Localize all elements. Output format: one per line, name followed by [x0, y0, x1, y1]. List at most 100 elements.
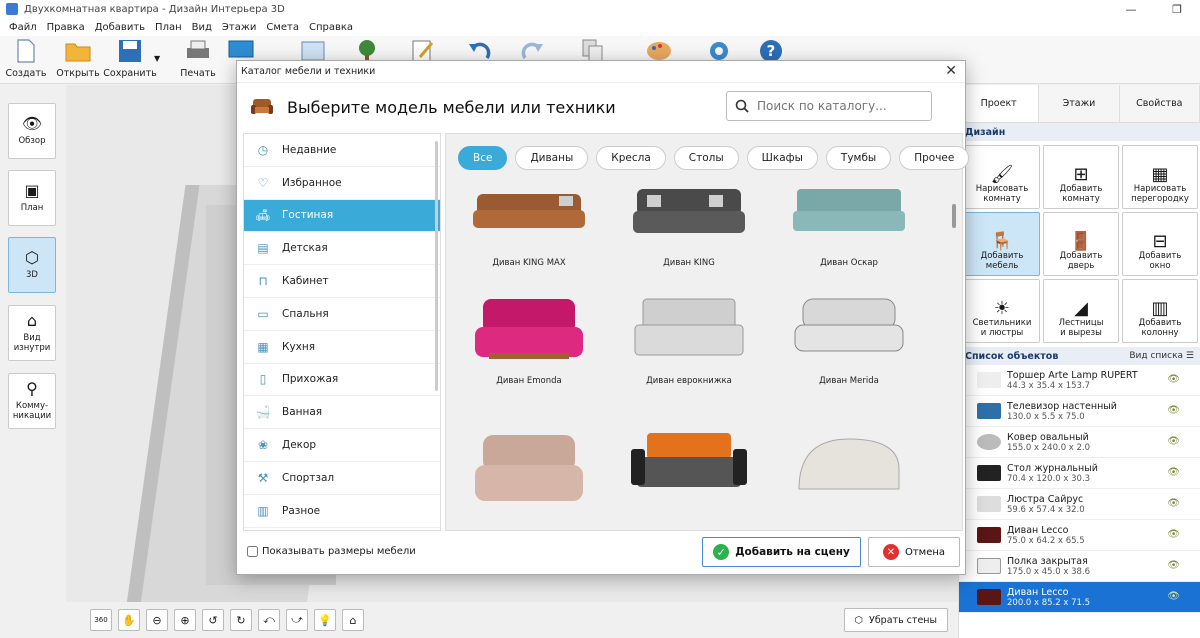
filter-stands[interactable]: Тумбы: [825, 146, 892, 170]
stairs-button[interactable]: ◢ Лестницы и вырезы: [1043, 279, 1119, 343]
show-sizes-checkbox[interactable]: Показывать размеры мебели: [247, 546, 416, 557]
category-scrollbar[interactable]: [435, 141, 438, 391]
add-window-button[interactable]: ⊟ Добавить окно: [1122, 212, 1198, 276]
save-button[interactable]: Сохранить: [103, 38, 157, 82]
catalog-item[interactable]: Диван Оскар: [774, 180, 924, 308]
inside-view-button[interactable]: ⌂ Вид изнутри: [8, 305, 56, 361]
category-living-room[interactable]: 🛋 Гостиная: [244, 199, 440, 233]
filter-other[interactable]: Прочее: [899, 146, 970, 170]
visibility-eye-icon[interactable]: 👁: [1167, 529, 1180, 540]
category-decor[interactable]: ❀ Декор: [244, 429, 440, 462]
zoom-out-button[interactable]: ⊖: [146, 609, 168, 631]
shelf-thumbnail: [977, 558, 1001, 574]
category-misc[interactable]: ▥ Разное: [244, 495, 440, 528]
tilt-up-button[interactable]: ⤺: [258, 609, 280, 631]
add-to-scene-button[interactable]: ✓ Добавить на сцену: [702, 537, 861, 567]
list-view-toggle[interactable]: Вид списка ☰: [1129, 351, 1194, 361]
filter-sofas[interactable]: Диваны: [515, 146, 589, 170]
visibility-eye-icon[interactable]: 👁: [1167, 374, 1180, 385]
sofa-eurobook-image: [629, 298, 749, 368]
add-room-button[interactable]: ⊞ Добавить комнату: [1043, 145, 1119, 209]
visibility-eye-icon[interactable]: 👁: [1167, 498, 1180, 509]
open-button[interactable]: Открыть: [56, 38, 100, 82]
list-item[interactable]: Диван Lecco 75.0 x 64.2 x 65.5 👁: [959, 520, 1200, 551]
filter-cabinets[interactable]: Шкафы: [746, 146, 818, 170]
category-recent[interactable]: ◷ Недавние: [244, 134, 440, 167]
filter-all[interactable]: Все: [458, 146, 508, 170]
add-column-button[interactable]: ▥ Добавить колонну: [1122, 279, 1198, 343]
add-furniture-button[interactable]: 🪑 Добавить мебель: [964, 212, 1040, 276]
menu-help[interactable]: Справка: [309, 22, 353, 33]
stairs-icon: ◢: [1074, 298, 1088, 319]
catalog-item[interactable]: [454, 434, 604, 530]
list-item[interactable]: Стол журнальный 70.4 x 120.0 x 30.3 👁: [959, 458, 1200, 489]
category-bedroom[interactable]: ▭ Спальня: [244, 298, 440, 331]
list-item[interactable]: Телевизор настенный 130.0 x 5.5 x 75.0 👁: [959, 396, 1200, 427]
close-icon[interactable]: ✕: [945, 63, 957, 79]
plan-button[interactable]: ▣ План: [8, 170, 56, 226]
list-item[interactable]: Люстра Сайрус 59.6 x 57.4 x 32.0 👁: [959, 489, 1200, 520]
save-dropdown-icon[interactable]: ▼: [154, 54, 160, 63]
menu-estimate[interactable]: Смета: [266, 22, 299, 33]
menu-floors[interactable]: Этажи: [222, 22, 256, 33]
search-input[interactable]: [757, 99, 917, 113]
zoom-in-button[interactable]: ⊕: [174, 609, 196, 631]
category-office[interactable]: ⊓ Кабинет: [244, 265, 440, 298]
remove-walls-button[interactable]: ⬡ Убрать стены: [843, 608, 948, 632]
visibility-eye-icon[interactable]: 👁: [1167, 405, 1180, 416]
maximize-button[interactable]: ❐: [1154, 0, 1200, 18]
list-item-selected[interactable]: Диван Lecco 200.0 x 85.2 x 71.5 👁: [959, 582, 1200, 613]
add-door-button[interactable]: 🚪 Добавить дверь: [1043, 212, 1119, 276]
visibility-eye-icon[interactable]: 👁: [1167, 560, 1180, 571]
home-view-button[interactable]: ⌂: [342, 609, 364, 631]
catalog-item[interactable]: [774, 434, 924, 530]
category-favorites[interactable]: ♡ Избранное: [244, 167, 440, 200]
rotate-right-button[interactable]: ↻: [230, 609, 252, 631]
category-kids-room[interactable]: ▤ Детская: [244, 232, 440, 266]
overview-button[interactable]: 👁 Обзор: [8, 103, 56, 159]
visibility-eye-icon[interactable]: 👁: [1167, 467, 1180, 478]
design-section-header: Дизайн: [959, 123, 1200, 141]
catalog-item[interactable]: Диван еврокнижка: [614, 298, 764, 426]
visibility-eye-icon[interactable]: 👁: [1167, 591, 1180, 602]
catalog-item[interactable]: Диван Merida: [774, 298, 924, 426]
catalog-item[interactable]: Диван KING: [614, 180, 764, 308]
menu-edit[interactable]: Правка: [47, 22, 85, 33]
create-button[interactable]: Создать: [5, 38, 47, 82]
list-item[interactable]: Полка закрытая 175.0 x 45.0 x 38.6 👁: [959, 551, 1200, 582]
draw-partition-button[interactable]: ▦ Нарисовать перегородку: [1122, 145, 1198, 209]
tilt-down-button[interactable]: ⤻: [286, 609, 308, 631]
heart-icon: ♡: [257, 175, 269, 190]
menu-file[interactable]: Файл: [9, 22, 37, 33]
pan-button[interactable]: ✋: [118, 609, 140, 631]
lighting-button[interactable]: 💡: [314, 609, 336, 631]
filter-tables[interactable]: Столы: [673, 146, 739, 170]
filter-armchairs[interactable]: Кресла: [596, 146, 666, 170]
catalog-scrollbar[interactable]: [952, 204, 956, 228]
category-hallway[interactable]: ▯ Прихожая: [244, 364, 440, 397]
print-button[interactable]: Печать: [180, 38, 216, 82]
tab-floors[interactable]: Этажи: [1039, 85, 1120, 122]
menu-plan[interactable]: План: [155, 22, 182, 33]
category-bathroom[interactable]: 🛁 Ванная: [244, 396, 440, 430]
tab-properties[interactable]: Свойства: [1119, 85, 1200, 122]
catalog-item[interactable]: [614, 433, 764, 530]
rotate-360-button[interactable]: 360: [90, 609, 112, 631]
3d-view-button[interactable]: ⬡ 3D: [8, 237, 56, 293]
show-sizes-input[interactable]: [247, 546, 258, 557]
tab-project[interactable]: Проект: [959, 85, 1040, 122]
rotate-left-button[interactable]: ↺: [202, 609, 224, 631]
category-gym[interactable]: ⚒ Спортзал: [244, 462, 440, 495]
minimize-button[interactable]: —: [1108, 0, 1154, 18]
catalog-item[interactable]: Диван Emonda: [454, 298, 604, 426]
catalog-item[interactable]: Диван KING MAX: [454, 180, 604, 308]
list-item[interactable]: Торшер Arte Lamp RUPERT 44.3 x 35.4 x 153…: [959, 365, 1200, 396]
communications-button[interactable]: ⚲ Комму-никации: [8, 373, 56, 429]
list-item[interactable]: Ковер овальный 155.0 x 240.0 x 2.0 👁: [959, 427, 1200, 458]
menu-view[interactable]: Вид: [192, 22, 212, 33]
menu-add[interactable]: Добавить: [95, 22, 145, 33]
lights-button[interactable]: ☀ Светильники и люстры: [964, 279, 1040, 343]
visibility-eye-icon[interactable]: 👁: [1167, 436, 1180, 447]
category-kitchen[interactable]: ▦ Кухня: [244, 331, 440, 364]
cancel-button[interactable]: ✕ Отмена: [868, 537, 960, 567]
